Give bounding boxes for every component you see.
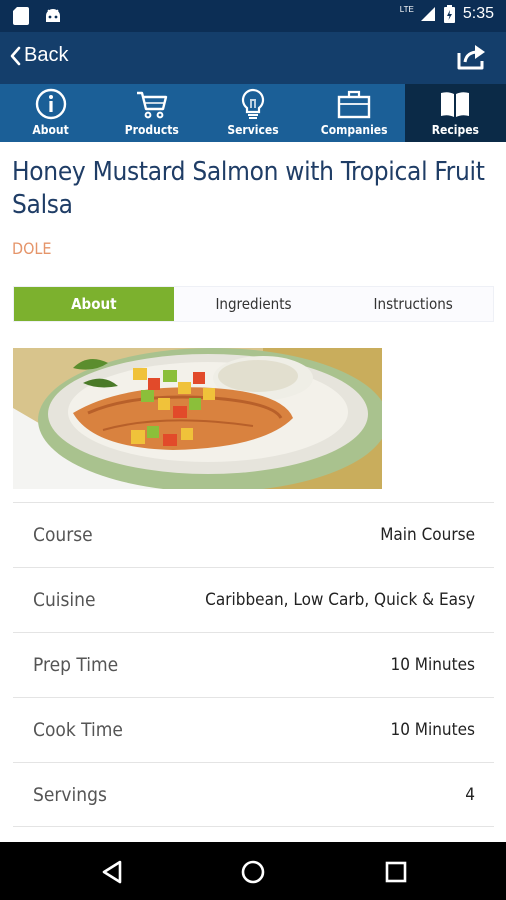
recipe-section-tabs: About Ingredients Instructions bbox=[13, 286, 494, 322]
tab-label: Companies bbox=[320, 123, 388, 137]
cart-icon bbox=[136, 91, 167, 119]
recipe-brand[interactable]: DOLE bbox=[12, 239, 52, 258]
tab-products[interactable]: Products bbox=[101, 84, 202, 142]
detail-row-cuisine: Cuisine Caribbean, Low Carb, Quick & Eas… bbox=[13, 567, 494, 632]
tab-label: Recipes bbox=[431, 123, 479, 137]
detail-label: Servings bbox=[33, 783, 107, 806]
detail-value: 10 Minutes bbox=[390, 655, 475, 675]
share-icon[interactable] bbox=[456, 43, 488, 71]
sd-card-icon bbox=[13, 7, 29, 25]
recipe-photo bbox=[13, 348, 382, 489]
system-status: LTE 5:35 bbox=[400, 5, 494, 23]
segment-about[interactable]: About bbox=[14, 287, 174, 321]
tab-companies[interactable]: Companies bbox=[304, 84, 405, 142]
notification-icons bbox=[12, 6, 62, 26]
detail-value: Main Course bbox=[380, 525, 475, 545]
detail-label: Cook Time bbox=[33, 719, 123, 741]
segment-instructions[interactable]: Instructions bbox=[333, 287, 493, 321]
battery-icon bbox=[443, 5, 455, 23]
system-nav-bar bbox=[0, 842, 506, 900]
segment-ingredients[interactable]: Ingredients bbox=[174, 287, 334, 321]
detail-value: 4 bbox=[465, 784, 475, 805]
back-triangle-icon[interactable] bbox=[98, 858, 126, 886]
tab-label: Services bbox=[227, 123, 279, 137]
network-type-label: LTE bbox=[399, 4, 414, 14]
tab-label: About bbox=[32, 123, 69, 137]
back-label: Back bbox=[24, 44, 69, 66]
tab-about[interactable]: About bbox=[0, 84, 101, 142]
book-icon bbox=[441, 92, 470, 117]
android-icon bbox=[46, 9, 60, 22]
recipe-details-list: Course Main Course Cuisine Caribbean, Lo… bbox=[13, 502, 494, 827]
detail-label: Course bbox=[33, 524, 93, 546]
back-button[interactable]: Back bbox=[8, 44, 68, 67]
recents-square-icon[interactable] bbox=[382, 858, 410, 886]
clock: 5:35 bbox=[462, 5, 494, 22]
recipe-title: Honey Mustard Salmon with Tropical Fruit… bbox=[12, 157, 485, 220]
app-bar: Back bbox=[0, 32, 506, 84]
signal-icon bbox=[420, 7, 435, 21]
detail-label: Cuisine bbox=[33, 589, 96, 611]
detail-value: Caribbean, Low Carb, Quick & Easy bbox=[205, 590, 475, 610]
status-bar: LTE 5:35 bbox=[0, 0, 506, 32]
detail-row-servings: Servings 4 bbox=[13, 762, 494, 827]
briefcase-icon bbox=[337, 90, 371, 119]
detail-row-cook-time: Cook Time 10 Minutes bbox=[13, 697, 494, 762]
tab-recipes[interactable]: Recipes bbox=[404, 84, 506, 142]
detail-label: Prep Time bbox=[33, 654, 119, 676]
tab-services[interactable]: Services bbox=[202, 84, 303, 142]
info-icon bbox=[35, 88, 66, 120]
home-circle-icon[interactable] bbox=[239, 858, 267, 886]
detail-row-course: Course Main Course bbox=[13, 502, 494, 567]
detail-row-prep-time: Prep Time 10 Minutes bbox=[13, 632, 494, 697]
tab-label: Products bbox=[124, 123, 179, 137]
main-tab-bar: About Products Services Companies Recipe… bbox=[0, 84, 506, 142]
chevron-left-icon bbox=[10, 46, 21, 65]
lightbulb-icon bbox=[241, 88, 265, 119]
detail-value: 10 Minutes bbox=[390, 720, 475, 740]
